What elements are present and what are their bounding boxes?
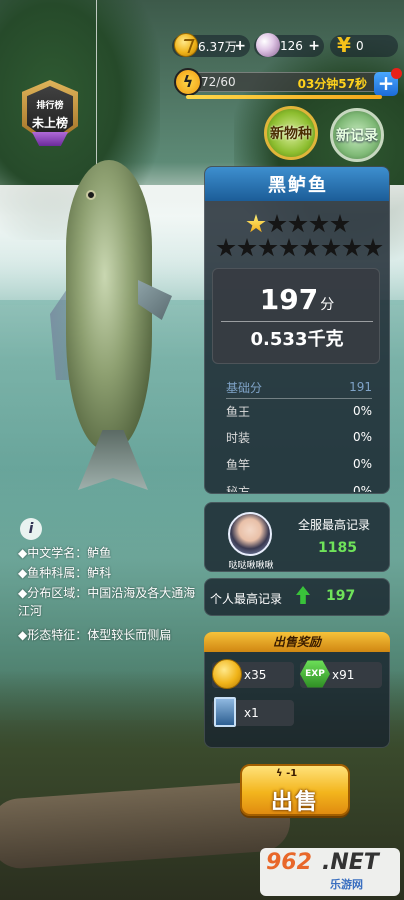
- reward-exp: EXP x91: [300, 660, 382, 688]
- server-record-value: 1185: [318, 540, 357, 556]
- coin-icon: [212, 659, 242, 689]
- fish-score: 197: [259, 283, 319, 316]
- server-record-label: 全服最高记录: [298, 518, 371, 532]
- desc-chinese-name: ◆中文学名：鲈鱼: [18, 546, 112, 560]
- energy-bar: 72/60 03分钟57秒: [178, 72, 386, 92]
- star-icon: [267, 214, 287, 233]
- rating-stars-row-2: [216, 238, 383, 258]
- card-icon: [214, 697, 236, 727]
- watermark-site-name: 乐游网: [330, 878, 363, 891]
- star-icon: [342, 238, 362, 257]
- energy-progress: [186, 95, 382, 99]
- stat-recipe: 秘方 0%: [226, 484, 372, 492]
- leaderboard-badge[interactable]: 排行榜 未上榜: [18, 80, 82, 148]
- coin-amount: 6.37万: [198, 39, 237, 54]
- key-icon: ¥: [337, 33, 351, 57]
- desc-family: ◆鱼种科属：鲈科: [18, 566, 112, 580]
- pearl-icon: [256, 33, 280, 57]
- energy-value: 72/60: [201, 75, 236, 89]
- key-counter[interactable]: ¥ 0: [330, 33, 398, 57]
- notification-dot: [391, 68, 402, 79]
- star-icon: [330, 214, 350, 233]
- add-pearls-icon[interactable]: +: [308, 38, 320, 54]
- sell-cost: ϟ -1: [276, 768, 298, 779]
- fish-name: 黑鲈鱼: [205, 167, 389, 201]
- stat-fish-king: 鱼王 0%: [226, 404, 372, 419]
- pearl-counter[interactable]: 126 +: [254, 33, 324, 57]
- reward-card: x1: [212, 697, 294, 727]
- energy-timer: 03分钟57秒: [297, 77, 367, 91]
- desc-features: ◆形态特征：体型较长而侧扁: [18, 628, 172, 642]
- star-icon: [237, 238, 257, 257]
- coin-icon: [174, 33, 198, 57]
- new-record-badge: 新记录: [330, 108, 384, 162]
- add-energy-button[interactable]: +: [374, 68, 402, 96]
- star-icon: [216, 238, 236, 257]
- stat-costume: 时装 0%: [226, 430, 372, 445]
- star-icon: [321, 238, 341, 257]
- exp-icon: EXP: [300, 660, 330, 688]
- coin-counter[interactable]: 6.37万 +: [172, 33, 250, 57]
- personal-record-label: 个人最高记录: [210, 592, 283, 606]
- watermark-net: .NET: [322, 850, 379, 875]
- key-amount: 0: [356, 39, 364, 53]
- avatar[interactable]: [228, 512, 272, 556]
- star-icon: [300, 238, 320, 257]
- new-species-badge: 新物种: [264, 106, 318, 160]
- sell-button-label[interactable]: 出售: [240, 784, 350, 816]
- reward-coins: x35: [212, 659, 294, 689]
- score-unit: 分: [320, 297, 335, 313]
- info-icon[interactable]: i: [20, 518, 42, 540]
- lightning-icon: ϟ: [174, 68, 202, 96]
- stat-rod: 鱼竿 0%: [226, 457, 372, 472]
- fish-weight: 0.533千克: [250, 329, 344, 350]
- pearl-amount: 126: [280, 39, 303, 53]
- personal-record-value: 197: [326, 588, 356, 604]
- sell-reward-title: 出售奖励: [204, 632, 390, 652]
- add-coins-icon[interactable]: +: [234, 38, 246, 54]
- caught-fish-image: [50, 160, 172, 490]
- star-icon: [246, 214, 266, 233]
- star-icon: [309, 214, 329, 233]
- divider: [221, 321, 373, 322]
- star-icon: [363, 238, 383, 257]
- fishing-line: [96, 0, 97, 170]
- star-icon: [279, 238, 299, 257]
- stat-base-score: 基础分 191: [226, 380, 372, 395]
- score-box: 197 分 0.533千克: [212, 268, 380, 364]
- star-icon: [288, 214, 308, 233]
- rating-stars-row-1: [246, 214, 350, 234]
- leaderboard-status: 未上榜: [31, 116, 68, 130]
- leaderboard-title: 排行榜: [36, 101, 64, 111]
- record-holder-name: 哒哒啾啾啾: [228, 561, 274, 571]
- desc-distribution: ◆分布区域：中国沿海及各大通海江河: [18, 586, 196, 618]
- watermark-number: 962: [266, 850, 312, 875]
- star-icon: [258, 238, 278, 257]
